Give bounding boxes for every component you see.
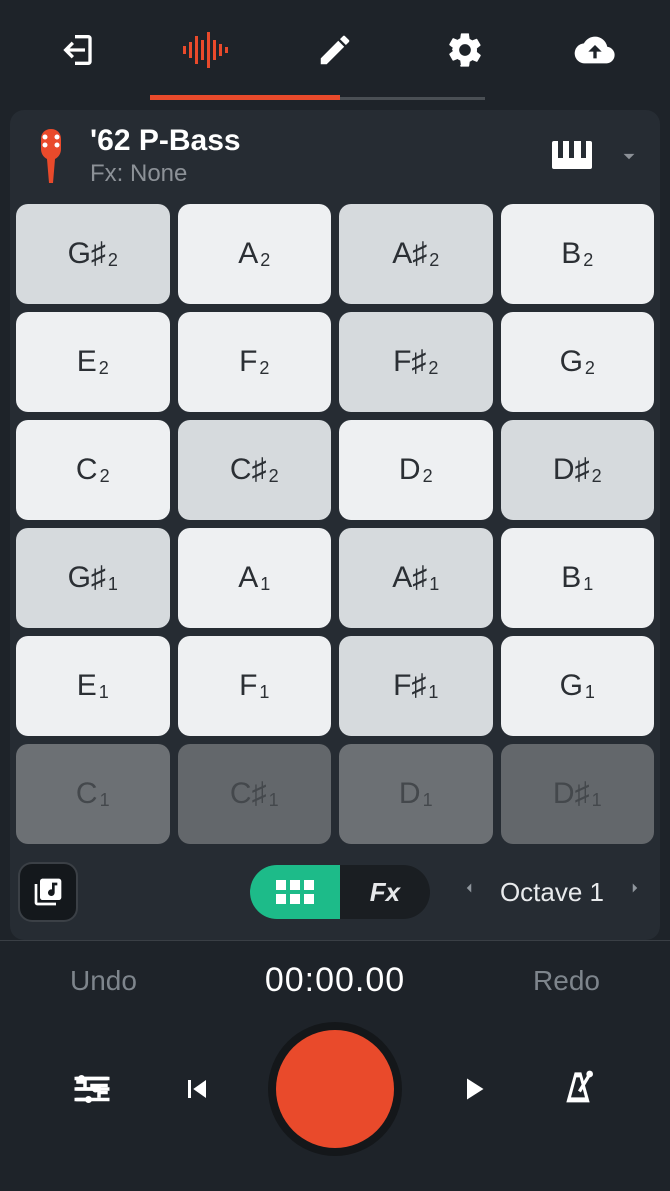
note-pad[interactable]: F1 <box>178 636 332 736</box>
note-pad[interactable]: G2 <box>501 312 655 412</box>
instrument-fx-label: Fx: None <box>90 160 538 188</box>
undo-button[interactable]: Undo <box>70 965 137 997</box>
chevron-left-icon <box>460 873 478 903</box>
chevron-down-icon <box>616 143 642 169</box>
note-pad-grid: G♯2A2A♯2B2 E2F2F♯2G2 C2C♯2D2D♯2 G♯1A1A♯1B1 E… <box>10 198 660 844</box>
exit-icon <box>55 30 95 70</box>
play-icon <box>455 1071 491 1107</box>
transport-bar <box>0 1010 670 1188</box>
note-pad[interactable]: G1 <box>501 636 655 736</box>
note-pad[interactable]: C1 <box>16 744 170 844</box>
note-pad[interactable]: G♯1 <box>16 528 170 628</box>
play-button[interactable] <box>448 1064 498 1114</box>
nav-sounds[interactable] <box>140 0 270 100</box>
view-fx-segment: Fx <box>250 865 430 919</box>
waveform-icon <box>181 30 229 70</box>
note-pad[interactable]: E1 <box>16 636 170 736</box>
note-pad[interactable]: B1 <box>501 528 655 628</box>
note-pad[interactable]: F2 <box>178 312 332 412</box>
library-button[interactable] <box>20 864 76 920</box>
note-pad[interactable]: C♯2 <box>178 420 332 520</box>
music-library-icon <box>32 876 64 908</box>
note-pad[interactable]: D2 <box>339 420 493 520</box>
rewind-button[interactable] <box>172 1064 222 1114</box>
note-pad[interactable]: E2 <box>16 312 170 412</box>
bass-headstock-icon <box>26 126 76 186</box>
pencil-icon <box>316 31 354 69</box>
note-pad[interactable]: C♯1 <box>178 744 332 844</box>
top-nav <box>0 0 670 100</box>
skip-previous-icon <box>179 1071 215 1107</box>
instrument-panel: '62 P-Bass Fx: None G♯2A2A♯2B2 E2F2F♯2G2 C… <box>10 110 660 940</box>
note-pad[interactable]: D1 <box>339 744 493 844</box>
instrument-title: '62 P-Bass <box>90 124 538 158</box>
nav-upload[interactable] <box>530 0 660 100</box>
undo-redo-row: Undo 00:00.00 Redo <box>0 941 670 1010</box>
note-pad[interactable]: A1 <box>178 528 332 628</box>
nav-underline-active <box>150 95 340 100</box>
nav-exit[interactable] <box>10 0 140 100</box>
cloud-upload-icon <box>573 30 617 70</box>
grid-icon <box>276 880 314 904</box>
gear-icon <box>445 30 485 70</box>
chevron-right-icon <box>626 873 644 903</box>
nav-settings[interactable] <box>400 0 530 100</box>
octave-nav: Octave 1 <box>454 873 650 912</box>
record-button[interactable] <box>276 1030 394 1148</box>
metronome-icon <box>558 1069 598 1109</box>
pad-control-row: Fx Octave 1 <box>10 844 660 940</box>
note-pad[interactable]: C2 <box>16 420 170 520</box>
redo-button[interactable]: Redo <box>533 965 600 997</box>
note-pad[interactable]: F♯1 <box>339 636 493 736</box>
octave-prev[interactable] <box>454 873 484 912</box>
metronome-button[interactable] <box>553 1064 603 1114</box>
timer-display: 00:00.00 <box>265 961 405 1000</box>
fx-toggle[interactable]: Fx <box>340 865 430 919</box>
nav-edit[interactable] <box>270 0 400 100</box>
grid-view-toggle[interactable] <box>250 865 340 919</box>
mixer-button[interactable] <box>67 1064 117 1114</box>
note-pad[interactable]: A♯2 <box>339 204 493 304</box>
note-pad[interactable]: A2 <box>178 204 332 304</box>
sliders-icon <box>71 1068 113 1110</box>
note-pad[interactable]: D♯2 <box>501 420 655 520</box>
octave-next[interactable] <box>620 873 650 912</box>
keyboard-view-icon[interactable] <box>552 141 592 171</box>
note-pad[interactable]: D♯1 <box>501 744 655 844</box>
instrument-text: '62 P-Bass Fx: None <box>90 124 538 188</box>
note-pad[interactable]: G♯2 <box>16 204 170 304</box>
instrument-header[interactable]: '62 P-Bass Fx: None <box>10 110 660 198</box>
note-pad[interactable]: A♯1 <box>339 528 493 628</box>
note-pad[interactable]: F♯2 <box>339 312 493 412</box>
note-pad[interactable]: B2 <box>501 204 655 304</box>
expand-chevron[interactable] <box>614 141 644 171</box>
octave-label: Octave 1 <box>500 877 604 908</box>
